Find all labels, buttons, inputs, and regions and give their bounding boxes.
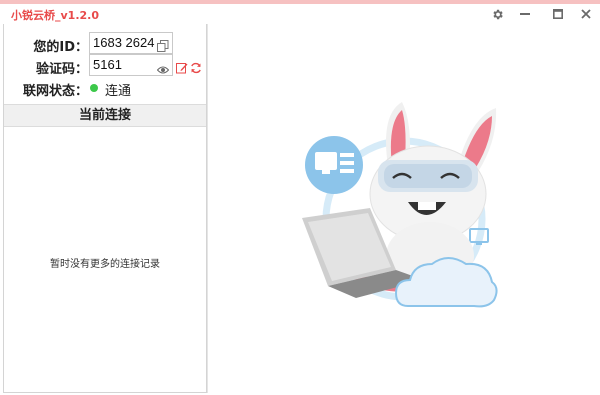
- empty-connections-message: 暂时没有更多的连接记录: [50, 259, 160, 270]
- id-row: 您的ID： 1683 2624: [4, 32, 208, 56]
- status-value: 连通: [105, 84, 132, 99]
- close-icon: [581, 9, 591, 19]
- code-row: 验证码： 5161: [4, 54, 208, 78]
- code-label: 验证码：: [35, 62, 88, 77]
- mascot-image: [302, 102, 498, 308]
- gear-icon: [492, 9, 503, 19]
- refresh-icon[interactable]: [190, 59, 202, 74]
- minimize-icon: [520, 13, 530, 15]
- maximize-icon: [553, 9, 563, 19]
- network-status-row: 联网状态： 连通: [4, 76, 208, 100]
- minimize-button[interactable]: [516, 5, 534, 23]
- current-connection-header: 当前连接: [4, 104, 206, 127]
- close-button[interactable]: [577, 5, 595, 23]
- title-bar: 小锐云桥_v1.2.0: [0, 4, 600, 24]
- id-label: 您的ID：: [33, 40, 88, 55]
- maximize-button[interactable]: [549, 5, 567, 23]
- copy-icon[interactable]: [157, 37, 169, 52]
- status-dot: [90, 84, 98, 92]
- status-label: 联网状态：: [22, 84, 88, 99]
- rabbit-mascot-illustration: [298, 96, 498, 311]
- settings-button[interactable]: [488, 5, 506, 23]
- eye-icon[interactable]: [156, 60, 170, 74]
- app-title: 小锐云桥_v1.2.0: [11, 9, 99, 22]
- panel-divider: [207, 24, 208, 393]
- connection-panel: 您的ID： 1683 2624 验证码： 5161 联网状态： 连通 当前连接 …: [3, 24, 207, 393]
- edit-icon[interactable]: [176, 59, 188, 74]
